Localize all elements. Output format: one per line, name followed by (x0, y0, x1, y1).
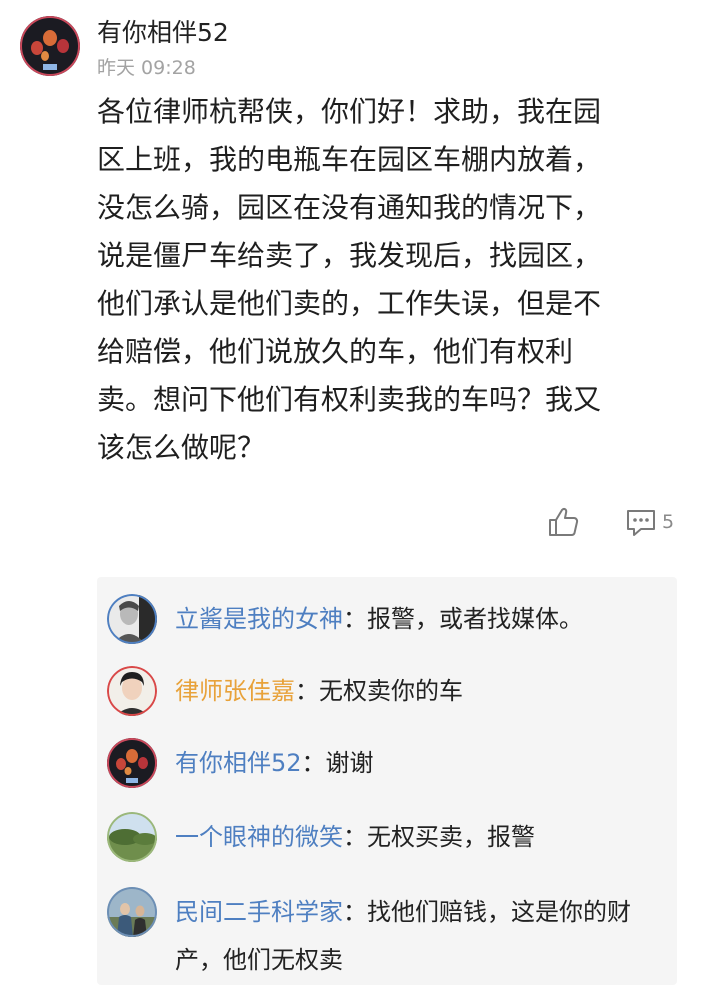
reply-separator: ： (301, 749, 326, 777)
reply-content: 无权卖你的车 (319, 677, 463, 705)
reply-username[interactable]: 民间二手科学家 (175, 898, 343, 926)
post-timestamp: 昨天 09:28 (97, 57, 196, 79)
reply-username[interactable]: 律师张佳嘉 (175, 677, 295, 705)
reply-username[interactable]: 有你相伴52 (175, 749, 302, 777)
reply-username[interactable]: 一个眼神的微笑 (175, 823, 343, 851)
reply-avatar[interactable] (107, 738, 157, 788)
reply-avatar[interactable] (107, 887, 157, 937)
reply-avatar[interactable] (107, 666, 157, 716)
reply-username[interactable]: 立酱是我的女神 (175, 605, 343, 633)
reply-text: 立酱是我的女神：报警，或者找媒体。 (175, 595, 669, 643)
reply-text: 一个眼神的微笑：无权买卖，报警 (175, 813, 669, 861)
post-body: 各位律师杭帮侠，你们好！求助，我在园 区上班，我的电瓶车在园区车棚内放着， 没怎… (97, 88, 687, 472)
reply-text: 律师张佳嘉：无权卖你的车 (175, 667, 669, 715)
like-button[interactable] (546, 505, 580, 539)
post-body-line: 区上班，我的电瓶车在园区车棚内放着， (97, 143, 602, 176)
post-body-line: 说是僵尸车给卖了，我发现后，找园区， (97, 239, 602, 272)
reply-content: 报警，或者找媒体。 (367, 605, 583, 633)
reply-separator: ： (343, 605, 367, 633)
reply-content: 无权买卖，报警 (367, 823, 535, 851)
post-body-line: 没怎么骑，园区在没有通知我的情况下， (97, 191, 602, 224)
post-body-line: 给赔偿，他们说放久的车，他们有权利 (97, 335, 574, 368)
post-body-line: 卖。想问下他们有权利卖我的车吗？我又 (97, 383, 602, 416)
author-name[interactable]: 有你相伴52 (97, 16, 229, 50)
thumbs-up-icon (549, 508, 579, 536)
reply-separator: ： (343, 898, 367, 926)
reply-content: 谢谢 (325, 749, 374, 777)
reply-separator: ： (295, 677, 319, 705)
comment-icon (627, 510, 655, 536)
reply-text: 有你相伴52：谢谢 (175, 739, 669, 787)
post-body-line: 各位律师杭帮侠，你们好！求助，我在园 (97, 95, 602, 128)
reply-separator: ： (343, 823, 367, 851)
reply-text: 民间二手科学家：找他们赔钱，这是你的财产，他们无权卖 (175, 888, 669, 984)
reply-avatar[interactable] (107, 812, 157, 862)
comment-button[interactable]: 5 (624, 505, 674, 539)
post-card: 有你相伴52 昨天 09:28 各位律师杭帮侠，你们好！求助，我在园 区上班，我… (0, 0, 709, 1000)
post-body-line: 他们承认是他们卖的，工作失误，但是不 (97, 287, 602, 320)
reply-avatar[interactable] (107, 594, 157, 644)
post-body-line: 该怎么做呢？ (97, 431, 266, 464)
replies-panel: 立酱是我的女神：报警，或者找媒体。 律师张佳嘉：无权卖你的车 有你相伴52：谢谢… (97, 577, 677, 985)
author-avatar[interactable] (20, 16, 80, 76)
comment-count: 5 (662, 511, 675, 533)
